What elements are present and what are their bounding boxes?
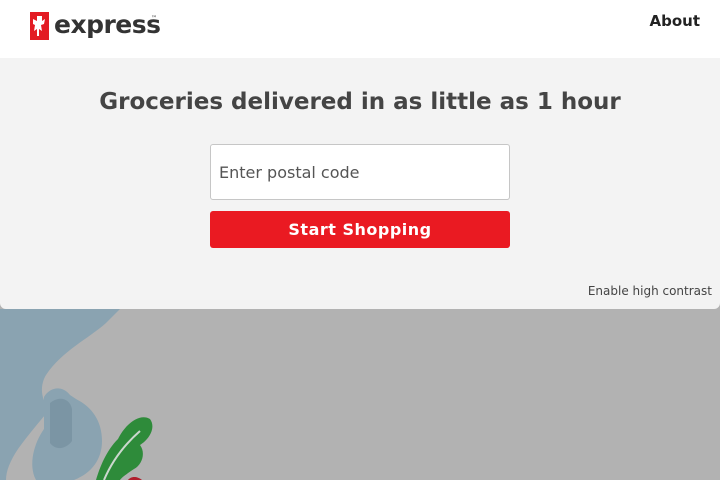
grocery-illustration [0, 309, 153, 480]
blue-knuckle-shape [50, 398, 72, 449]
logo-wordmark: express [54, 10, 161, 39]
express-logo[interactable]: express ™ [30, 10, 161, 43]
postal-code-input[interactable] [210, 144, 510, 200]
site-header: express ™ About [0, 0, 720, 58]
logo-trademark: ™ [151, 15, 157, 22]
maple-leaf-logo-icon [30, 12, 49, 40]
postal-code-hero: Groceries delivered in as little as 1 ho… [0, 58, 720, 309]
page-headline: Groceries delivered in as little as 1 ho… [99, 89, 621, 115]
start-shopping-button[interactable]: Start Shopping [210, 211, 510, 248]
enable-high-contrast-link[interactable]: Enable high contrast [588, 284, 712, 298]
about-link[interactable]: About [649, 11, 700, 31]
